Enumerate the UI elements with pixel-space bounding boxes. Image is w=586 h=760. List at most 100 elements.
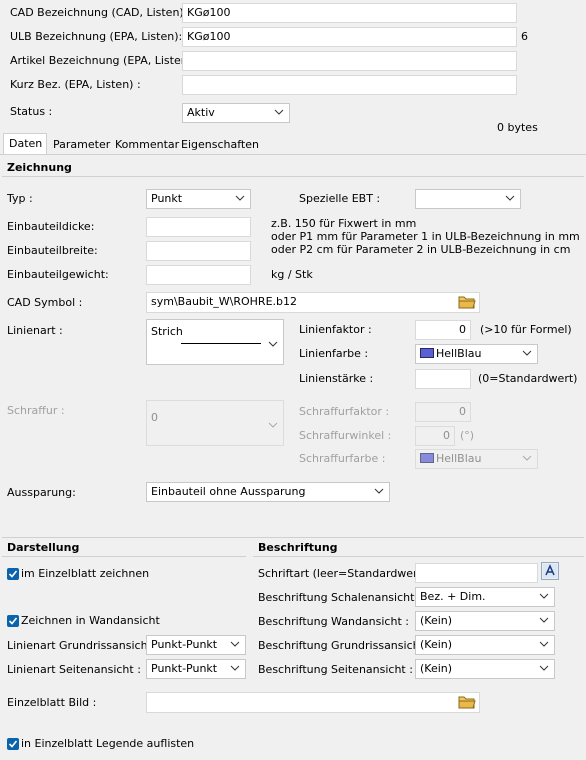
linienart-value: Strich — [151, 325, 183, 338]
chevron-down-icon — [539, 665, 549, 671]
chevron-down-icon — [522, 455, 532, 461]
schraffur-value: 0 — [151, 411, 158, 424]
wand-beschriftung-label: Beschriftung Wandansicht : — [258, 615, 409, 628]
bild-label: Einzelblatt Bild : — [7, 696, 97, 709]
status-select[interactable]: Aktiv — [182, 103, 290, 123]
artikel-field[interactable] — [182, 51, 517, 71]
hint-line-1: z.B. 150 für Fixwert in mm — [271, 217, 417, 230]
schraffurwinkel-field[interactable]: 0 — [415, 426, 455, 446]
linienfarbe-value: HellBlau — [436, 347, 482, 360]
seiten-beschriftung-value: (Kein) — [420, 662, 453, 675]
status-value: Aktiv — [187, 106, 215, 119]
line-sample — [181, 343, 261, 344]
size-text: 0 bytes — [497, 121, 538, 134]
section-divider — [2, 556, 246, 557]
tab-kommentar[interactable]: Kommentar — [110, 135, 184, 154]
bild-field[interactable] — [146, 692, 480, 713]
schraffurfarbe-select[interactable]: HellBlau — [415, 449, 538, 469]
schriftart-label: Schriftart (leer=Standardwert) : — [258, 567, 434, 580]
linienfaktor-label: Linienfaktor : — [299, 323, 372, 336]
breite-field[interactable] — [146, 241, 251, 261]
chevron-down-icon — [539, 593, 549, 599]
chevron-down-icon — [230, 665, 240, 671]
schraffur-label: Schraffur : — [7, 404, 65, 417]
aussparung-label: Aussparung: — [7, 486, 76, 499]
tab-daten[interactable]: Daten — [3, 133, 47, 155]
seiten-beschriftung-select[interactable]: (Kein) — [415, 659, 555, 679]
cad-label: CAD Bezeichnung (CAD, Listen): — [10, 6, 188, 19]
tab-parameter[interactable]: Parameter — [48, 135, 115, 154]
schraffurfarbe-value: HellBlau — [436, 452, 482, 465]
linienstaerke-field[interactable] — [415, 369, 471, 389]
font-picker-icon — [543, 564, 557, 578]
schraffurfarbe-label: Schraffurfarbe : — [299, 452, 386, 465]
chevron-down-icon — [505, 195, 515, 201]
symbol-field[interactable]: sym\Baubit_W\ROHRE.b12 — [146, 292, 480, 313]
chevron-down-icon — [522, 350, 532, 356]
kurz-field[interactable] — [182, 75, 517, 95]
tab-eigenschaften[interactable]: Eigenschaften — [176, 135, 264, 154]
dicke-field[interactable] — [146, 217, 251, 237]
typ-label: Typ : — [7, 192, 33, 205]
folder-icon[interactable] — [457, 293, 477, 311]
ebt-label: Spezielle EBT : — [299, 192, 381, 205]
wandansicht-label[interactable]: Zeichnen in Wandansicht — [21, 614, 160, 628]
linienfarbe-select[interactable]: HellBlau — [415, 344, 538, 364]
grundriss-linienart-value: Punkt-Punkt — [151, 638, 218, 651]
artikel-label: Artikel Bezeichnung (EPA, Listen): — [10, 54, 196, 67]
linienstaerke-label: Linienstärke : — [299, 372, 374, 385]
section-beschriftung-title: Beschriftung — [258, 541, 338, 554]
chevron-down-icon — [374, 488, 384, 494]
typ-select[interactable]: Punkt — [146, 189, 251, 209]
gewicht-unit: kg / Stk — [271, 268, 313, 281]
ebt-select[interactable] — [415, 189, 521, 209]
linienfaktor-field[interactable]: 0 — [415, 320, 471, 340]
section-divider — [2, 176, 584, 177]
legende-label[interactable]: in Einzelblatt Legende auflisten — [21, 737, 194, 751]
einzelblatt-checkbox[interactable] — [7, 568, 19, 580]
linienart-label: Linienart : — [7, 324, 63, 337]
chevron-down-icon — [539, 617, 549, 623]
typ-value: Punkt — [151, 192, 183, 205]
schalen-select[interactable]: Bez. + Dim. — [415, 587, 555, 607]
seiten-beschriftung-label: Beschriftung Seitenansicht : — [258, 663, 413, 676]
schraffurwinkel-label: Schraffurwinkel : — [299, 429, 392, 442]
schraffurfaktor-field[interactable]: 0 — [415, 402, 471, 422]
aussparung-select[interactable]: Einbauteil ohne Aussparung — [146, 482, 390, 502]
symbol-label: CAD Symbol : — [7, 296, 83, 309]
wand-beschriftung-select[interactable]: (Kein) — [415, 611, 555, 631]
chevron-down-icon — [268, 341, 278, 347]
section-divider — [2, 537, 584, 538]
ulb-field[interactable]: KGø100 — [182, 27, 517, 47]
schalen-value: Bez. + Dim. — [420, 590, 486, 603]
dicke-label: Einbauteildicke: — [7, 220, 95, 233]
einzelblatt-label[interactable]: im Einzelblatt zeichnen — [21, 567, 149, 581]
font-picker-button[interactable] — [541, 562, 559, 580]
status-label: Status : — [10, 105, 53, 118]
schraffurwinkel-unit: (°) — [460, 429, 475, 442]
wand-beschriftung-value: (Kein) — [420, 614, 453, 627]
section-divider — [253, 556, 584, 557]
section-darstellung-title: Darstellung — [7, 541, 80, 554]
chevron-down-icon — [539, 641, 549, 647]
linienfaktor-hint: (>10 für Formel) — [480, 323, 572, 336]
checkmark-icon — [8, 740, 18, 748]
cad-field[interactable]: KGø100 — [182, 3, 517, 23]
gewicht-field[interactable] — [146, 265, 251, 285]
schriftart-field[interactable] — [415, 563, 538, 583]
schalen-label: Beschriftung Schalenansicht : — [258, 591, 422, 604]
grundriss-beschriftung-label: Beschriftung Grundrissansicht : — [258, 639, 432, 652]
seiten-linienart-select[interactable]: Punkt-Punkt — [146, 659, 246, 679]
linienstaerke-hint: (0=Standardwert) — [478, 372, 578, 385]
wandansicht-checkbox[interactable] — [7, 615, 19, 627]
grundriss-beschriftung-select[interactable]: (Kein) — [415, 635, 555, 655]
linienart-select[interactable]: Strich — [146, 319, 284, 365]
schraffur-select[interactable]: 0 — [146, 400, 284, 446]
chevron-down-icon — [230, 641, 240, 647]
gewicht-label: Einbauteilgewicht: — [7, 268, 109, 281]
seiten-linienart-label: Linienart Seitenansicht : — [7, 663, 141, 676]
legende-checkbox[interactable] — [7, 738, 19, 750]
checkmark-icon — [8, 570, 18, 578]
folder-icon[interactable] — [457, 693, 477, 711]
grundriss-linienart-select[interactable]: Punkt-Punkt — [146, 635, 246, 655]
